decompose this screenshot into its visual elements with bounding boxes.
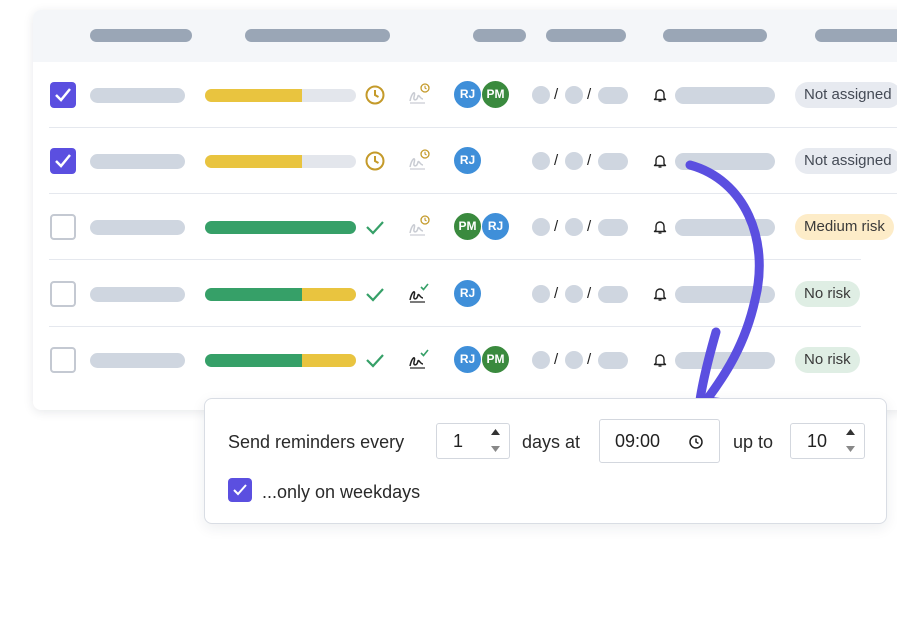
increment-icon[interactable] <box>846 429 855 435</box>
time-input[interactable]: 09:00 <box>599 419 720 463</box>
up-to-label: up to <box>733 432 774 452</box>
reminder-prefix-label: Send reminders every <box>228 432 405 452</box>
avatar[interactable]: RJ <box>453 80 482 109</box>
max-count-value: 10 <box>807 431 828 451</box>
curved-arrow-icon <box>685 160 764 411</box>
avatar[interactable]: PM <box>481 80 510 109</box>
max-count-stepper[interactable]: 10 <box>790 423 865 459</box>
reminder-settings-popup: Send reminders every 1 days at 09:00 up … <box>204 398 887 524</box>
every-days-spinner <box>482 424 509 458</box>
time-value: 09:00 <box>615 431 661 451</box>
avatar[interactable]: RJ <box>453 279 482 308</box>
every-days-value: 1 <box>453 431 464 451</box>
weekdays-label[interactable]: ...only on weekdays <box>262 482 420 503</box>
avatar[interactable]: RJ <box>453 146 482 175</box>
avatar[interactable]: PM <box>481 345 510 374</box>
checkmark-icon <box>233 484 247 496</box>
every-days-stepper[interactable]: 1 <box>436 423 510 459</box>
avatar[interactable]: RJ <box>453 345 482 374</box>
days-at-label: days at <box>522 432 581 452</box>
weekdays-checkbox[interactable] <box>228 478 252 502</box>
increment-icon[interactable] <box>491 429 500 435</box>
avatar[interactable]: RJ <box>481 212 510 241</box>
decrement-icon[interactable] <box>491 446 500 452</box>
clock-icon[interactable] <box>689 435 703 449</box>
decrement-icon[interactable] <box>846 446 855 452</box>
max-count-spinner <box>837 424 864 458</box>
avatar[interactable]: PM <box>453 212 482 241</box>
